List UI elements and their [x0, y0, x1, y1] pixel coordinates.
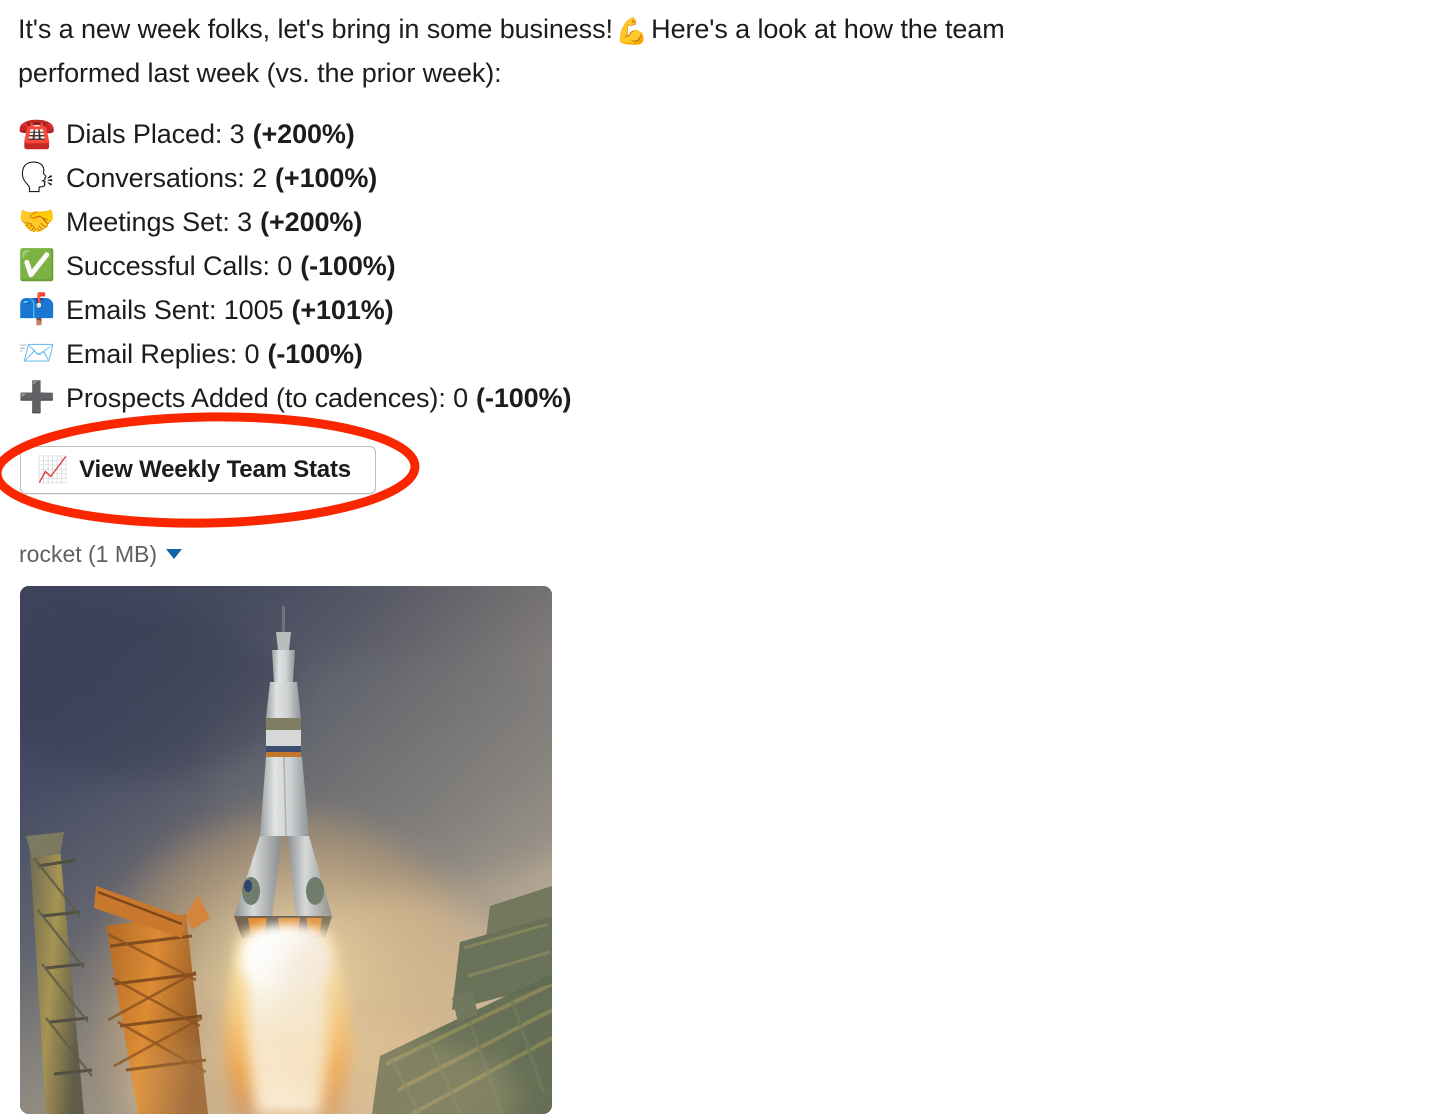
metric-label: Email Replies: 0: [66, 339, 260, 369]
speaking-head-icon: 🗣: [18, 161, 56, 194]
metric-row-prospects-added: ➕ Prospects Added (to cadences): 0 (-100…: [18, 376, 918, 420]
message-intro-text: It's a new week folks, let's bring in so…: [18, 8, 1133, 94]
metric-delta: (+200%): [260, 207, 363, 237]
heavy-plus-icon: ➕: [18, 381, 56, 414]
weekly-metrics-list: ☎️ Dials Placed: 3 (+200%) 🗣 Conversatio…: [18, 112, 918, 420]
mailbox-icon: 📫: [18, 293, 56, 326]
intro-line-part-1: It's a new week folks, let's bring in so…: [18, 14, 613, 44]
metric-row-conversations: 🗣 Conversations: 2 (+100%): [18, 156, 918, 200]
metric-delta: (+101%): [291, 295, 394, 325]
metric-delta: (-100%): [300, 251, 396, 281]
metric-row-successful-calls: ✅ Successful Calls: 0 (-100%): [18, 244, 918, 288]
check-mark-icon: ✅: [18, 249, 56, 282]
chevron-down-icon[interactable]: [166, 549, 183, 559]
telephone-icon: ☎️: [18, 117, 56, 150]
metric-row-meetings-set: 🤝 Meetings Set: 3 (+200%): [18, 200, 918, 244]
metric-label: Meetings Set: 3: [66, 207, 253, 237]
metric-delta: (+200%): [252, 119, 355, 149]
metric-row-email-replies: 📨 Email Replies: 0 (-100%): [18, 332, 918, 376]
incoming-envelope-icon: 📨: [18, 337, 56, 370]
metric-delta: (+100%): [275, 163, 378, 193]
handshake-icon: 🤝: [18, 205, 56, 238]
flexed-biceps-icon: 💪: [615, 16, 649, 46]
rocket-launch-photo: [20, 586, 552, 1114]
metric-label: Emails Sent: 1005: [66, 295, 284, 325]
metric-delta: (-100%): [476, 383, 572, 413]
metric-delta: (-100%): [267, 339, 363, 369]
slack-message: It's a new week folks, let's bring in so…: [0, 0, 1442, 1114]
chart-increasing-icon: 📈: [37, 455, 69, 484]
attachment-filename: rocket (1 MB): [19, 541, 158, 567]
metric-label: Successful Calls: 0: [66, 251, 293, 281]
metric-label: Prospects Added (to cadences): 0: [66, 383, 469, 413]
attachment-meta: rocket (1 MB): [19, 539, 183, 569]
metric-label: Conversations: 2: [66, 163, 268, 193]
metric-label: Dials Placed: 3: [66, 119, 245, 149]
metric-row-emails-sent: 📫 Emails Sent: 1005 (+101%): [18, 288, 918, 332]
view-weekly-team-stats-label: View Weekly Team Stats: [79, 456, 351, 483]
attachment-image-rocket[interactable]: [20, 586, 552, 1114]
metric-row-dials-placed: ☎️ Dials Placed: 3 (+200%): [18, 112, 918, 156]
view-weekly-team-stats-button[interactable]: 📈 View Weekly Team Stats: [20, 446, 376, 494]
